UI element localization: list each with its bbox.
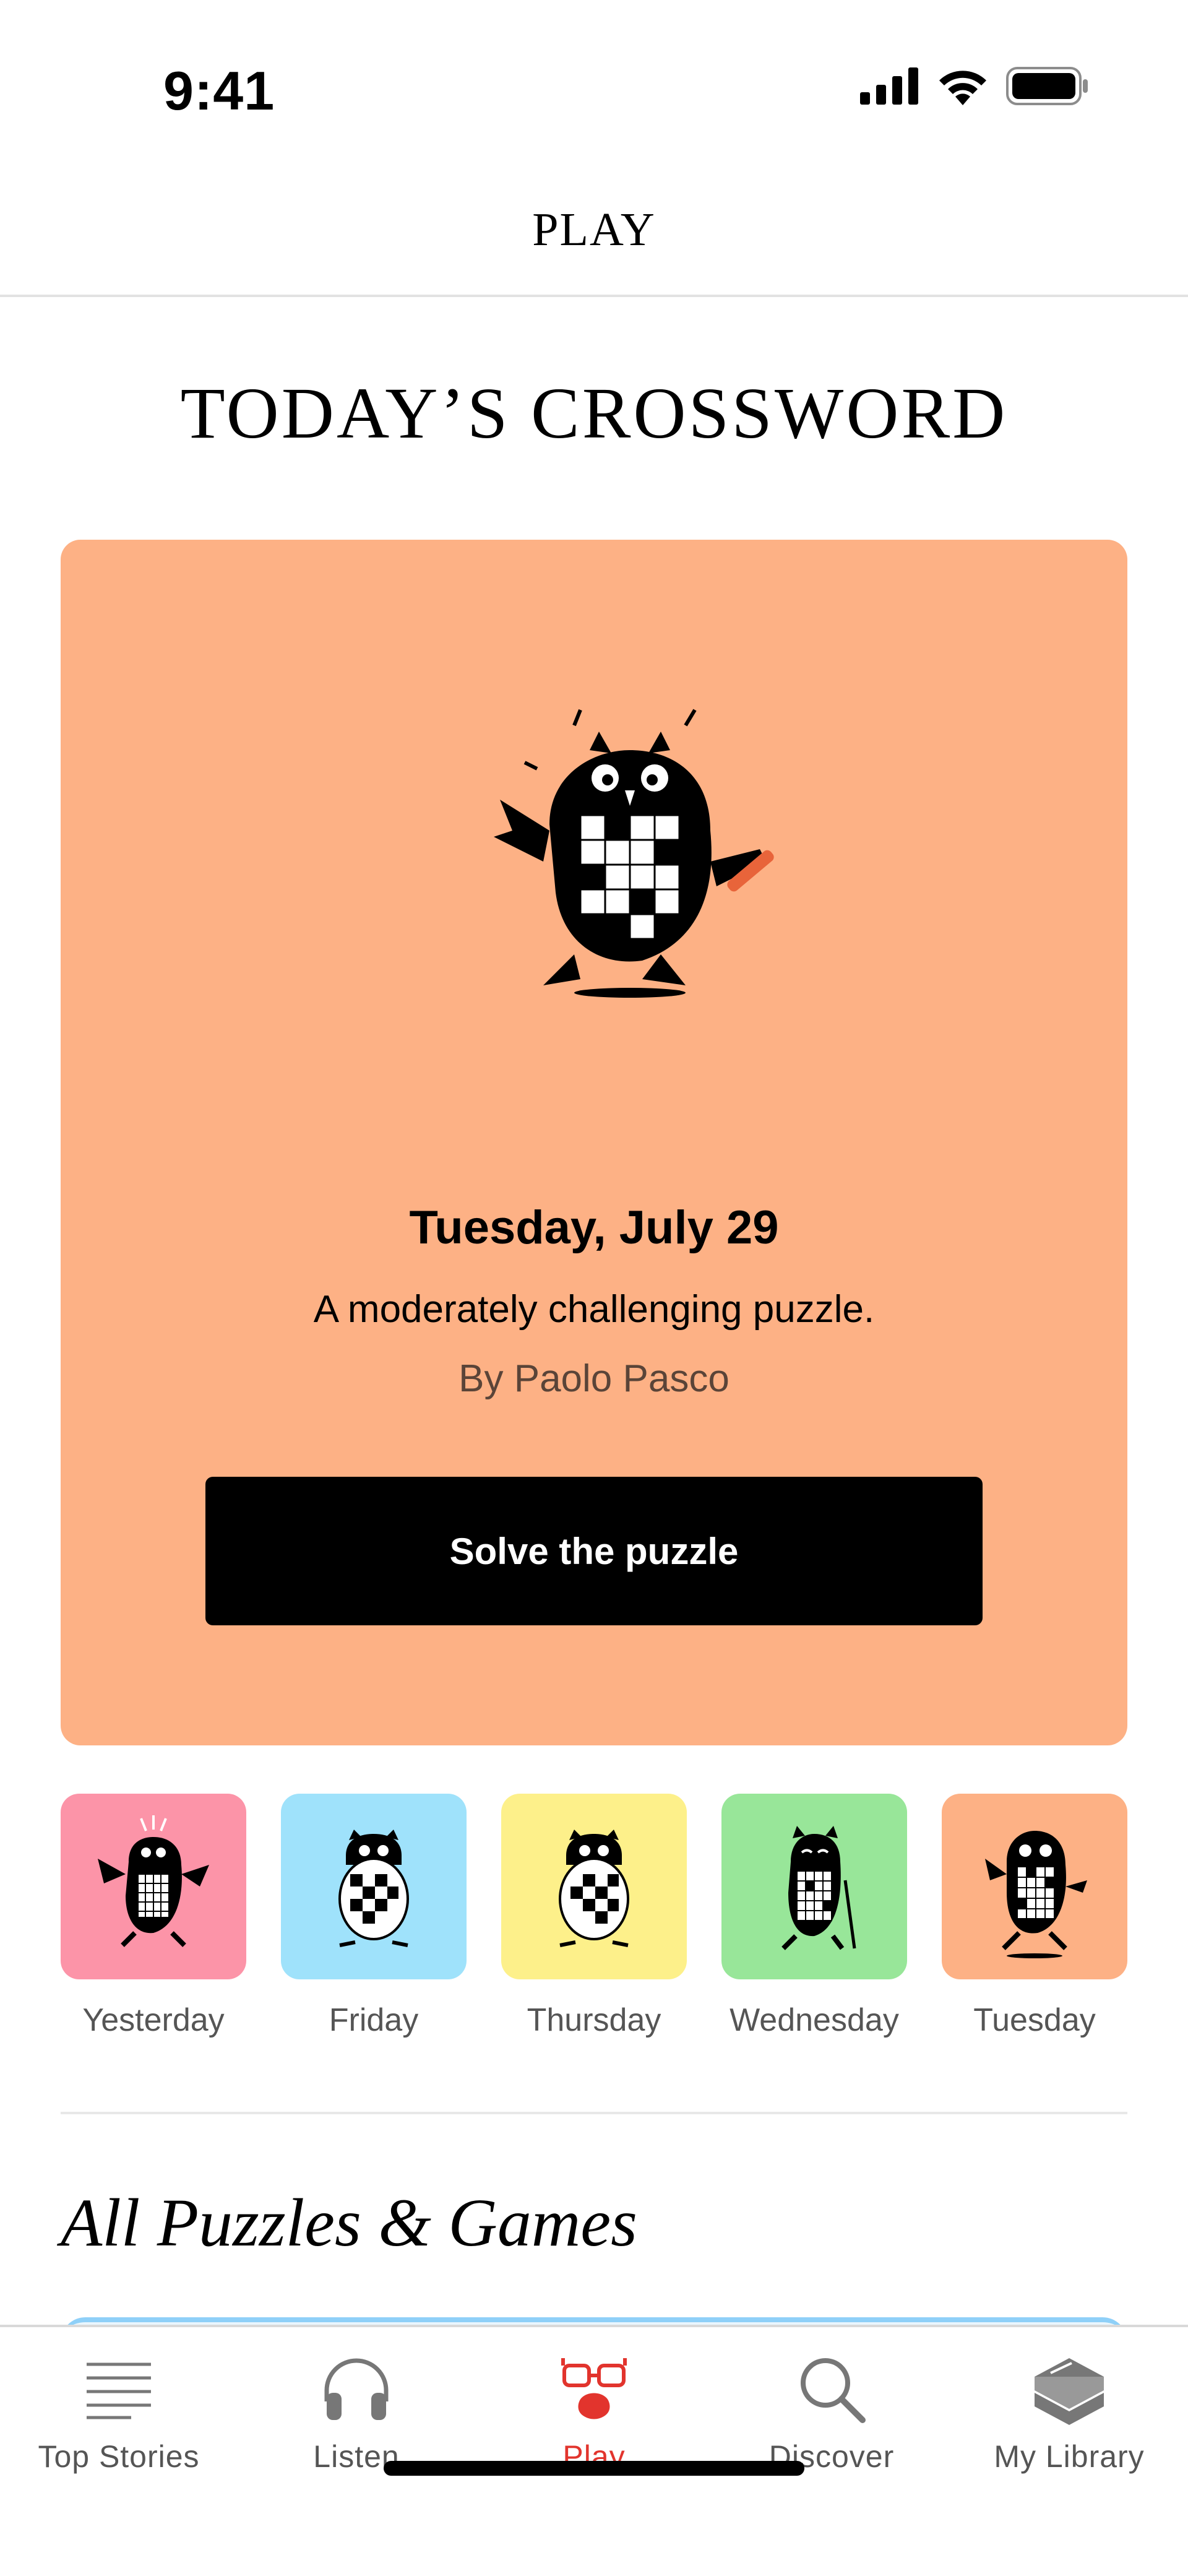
- todays-crossword-heading: TODAY’S CROSSWORD: [180, 373, 1008, 454]
- past-puzzle-label: Yesterday: [82, 2002, 225, 2038]
- owl-cheering-icon: [98, 1815, 209, 1947]
- puzzle-date: Tuesday, July 29: [409, 1201, 779, 1254]
- past-puzzle-yesterday[interactable]: Yesterday: [61, 1794, 246, 2054]
- battery-icon: [1006, 67, 1088, 105]
- past-puzzle-tile: [61, 1794, 246, 1979]
- signal-icon: [860, 67, 918, 105]
- play-glasses-icon: [561, 2358, 627, 2419]
- search-icon: [801, 2358, 866, 2423]
- past-puzzle-label: Tuesday: [973, 2002, 1096, 2038]
- solve-puzzle-button[interactable]: Solve the puzzle: [205, 1477, 983, 1625]
- owl-cane-icon: [781, 1826, 856, 1950]
- past-puzzle-tile: [942, 1794, 1127, 1979]
- puzzle-byline: By Paolo Pasco: [458, 1357, 730, 1400]
- owl-egg-icon: [338, 1830, 409, 1947]
- section-divider: [61, 2112, 1127, 2114]
- past-puzzle-tile: [281, 1794, 467, 1979]
- past-puzzle-tuesday[interactable]: Tuesday: [942, 1794, 1127, 2054]
- past-puzzle-label: Wednesday: [730, 2002, 899, 2038]
- past-puzzle-wednesday[interactable]: Wednesday: [721, 1794, 907, 2054]
- home-indicator[interactable]: [384, 2461, 804, 2476]
- status-bar: 9:41: [0, 0, 1188, 161]
- past-puzzle-label: Friday: [329, 2002, 419, 2038]
- past-puzzle-label: Thursday: [527, 2002, 661, 2038]
- tab-label: Top Stories: [38, 2439, 200, 2474]
- app-header: PLAY: [0, 186, 1188, 297]
- owl-egg-icon: [559, 1830, 629, 1947]
- past-puzzle-tile: [501, 1794, 687, 1979]
- owl-crossword-illustration: [494, 709, 774, 998]
- todays-crossword-card[interactable]: Tuesday, July 29 A moderately challengin…: [61, 540, 1127, 1745]
- books-icon: [1035, 2358, 1104, 2425]
- tab-top-stories[interactable]: Top Stories: [0, 2327, 238, 2488]
- puzzle-description: A moderately challenging puzzle.: [313, 1288, 875, 1331]
- headphones-icon: [324, 2358, 389, 2420]
- tab-label: My Library: [994, 2439, 1145, 2474]
- tab-my-library[interactable]: My Library: [950, 2327, 1188, 2488]
- page-title: PLAY: [532, 204, 656, 256]
- tab-bar: Top Stories Listen Play Discover My Libr…: [0, 2325, 1188, 2576]
- owl-running-icon: [985, 1831, 1087, 1958]
- past-puzzle-thursday[interactable]: Thursday: [501, 1794, 687, 2054]
- status-time: 9:41: [163, 60, 275, 121]
- past-puzzle-tile: [721, 1794, 907, 1979]
- status-icons: [860, 67, 1089, 105]
- past-puzzle-friday[interactable]: Friday: [281, 1794, 467, 2054]
- lines-icon: [87, 2362, 151, 2419]
- past-puzzles-list: Yesterday Friday Thursday Wednesday Tues…: [61, 1794, 1127, 2054]
- all-puzzles-games-heading: All Puzzles & Games: [61, 2185, 637, 2260]
- wifi-icon: [939, 71, 986, 105]
